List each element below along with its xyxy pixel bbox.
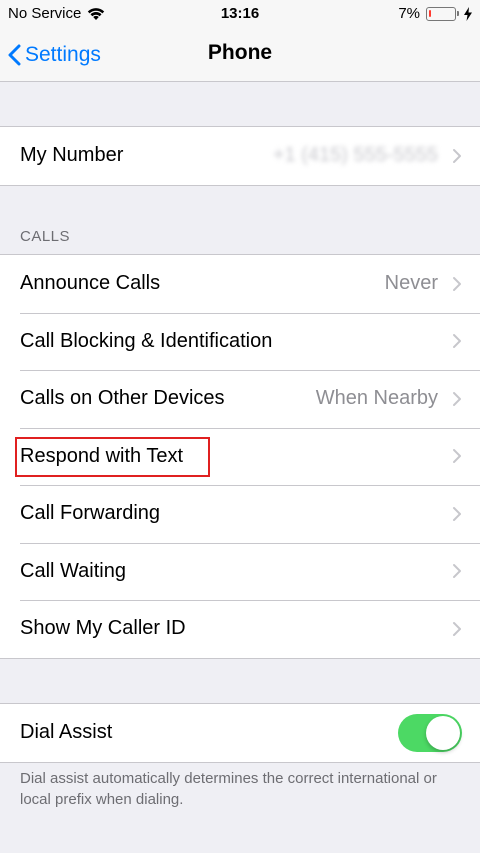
chevron-right-icon bbox=[453, 564, 461, 579]
chevron-right-icon bbox=[453, 449, 461, 464]
row-label: Respond with Text bbox=[20, 444, 184, 467]
dial-assist-footer: Dial assist automatically determines the… bbox=[20, 770, 437, 808]
call-blocking-row[interactable]: Call Blocking & Identification bbox=[0, 312, 480, 371]
chevron-right-icon bbox=[453, 506, 461, 521]
show-my-caller-id-row[interactable]: Show My Caller ID bbox=[0, 600, 480, 658]
calls-on-other-devices-row[interactable]: Calls on Other Devices When Nearby bbox=[0, 370, 480, 428]
row-label: Show My Caller ID bbox=[20, 617, 186, 640]
charging-bolt-icon bbox=[464, 6, 472, 21]
status-right: 7% bbox=[398, 5, 472, 22]
battery-percent: 7% bbox=[398, 5, 420, 22]
navigation-bar: Settings Phone bbox=[0, 28, 480, 82]
status-bar: No Service 13:16 7% bbox=[0, 0, 480, 28]
row-label: Call Forwarding bbox=[20, 502, 161, 525]
calls-section-header: CALLS bbox=[20, 228, 71, 245]
call-forwarding-row[interactable]: Call Forwarding bbox=[0, 485, 480, 543]
dial-assist-label: Dial Assist bbox=[20, 721, 113, 744]
respond-with-text-row[interactable]: Respond with Text bbox=[0, 427, 480, 486]
chevron-right-icon bbox=[453, 148, 461, 163]
battery-level-fill bbox=[429, 9, 431, 17]
battery-icon bbox=[426, 6, 459, 21]
chevron-right-icon bbox=[453, 276, 461, 291]
row-label: Announce Calls bbox=[20, 272, 161, 295]
my-number-label: My Number bbox=[20, 144, 124, 167]
row-label: Call Waiting bbox=[20, 559, 126, 582]
announce-calls-row[interactable]: Announce Calls Never bbox=[0, 255, 480, 313]
calls-group: Announce Calls Never Call Blocking & Ide… bbox=[0, 254, 480, 659]
row-label: Calls on Other Devices bbox=[20, 387, 225, 410]
row-label: Call Blocking & Identification bbox=[20, 329, 273, 352]
my-number-value: +1 (415) 555-5555 bbox=[272, 144, 438, 167]
row-value: When Nearby bbox=[315, 387, 438, 410]
dial-assist-group: Dial Assist bbox=[0, 703, 480, 763]
page-title: Phone bbox=[207, 41, 273, 64]
call-waiting-row[interactable]: Call Waiting bbox=[0, 542, 480, 601]
chevron-right-icon bbox=[453, 391, 461, 406]
row-value: Never bbox=[384, 272, 438, 295]
dial-assist-toggle[interactable] bbox=[398, 713, 462, 752]
toggle-knob bbox=[426, 715, 460, 750]
chevron-right-icon bbox=[453, 621, 461, 636]
chevron-right-icon bbox=[453, 334, 461, 349]
dial-assist-row: Dial Assist bbox=[0, 704, 480, 762]
my-number-row[interactable]: My Number +1 (415) 555-5555 bbox=[0, 127, 480, 185]
my-number-group: My Number +1 (415) 555-5555 bbox=[0, 126, 480, 186]
